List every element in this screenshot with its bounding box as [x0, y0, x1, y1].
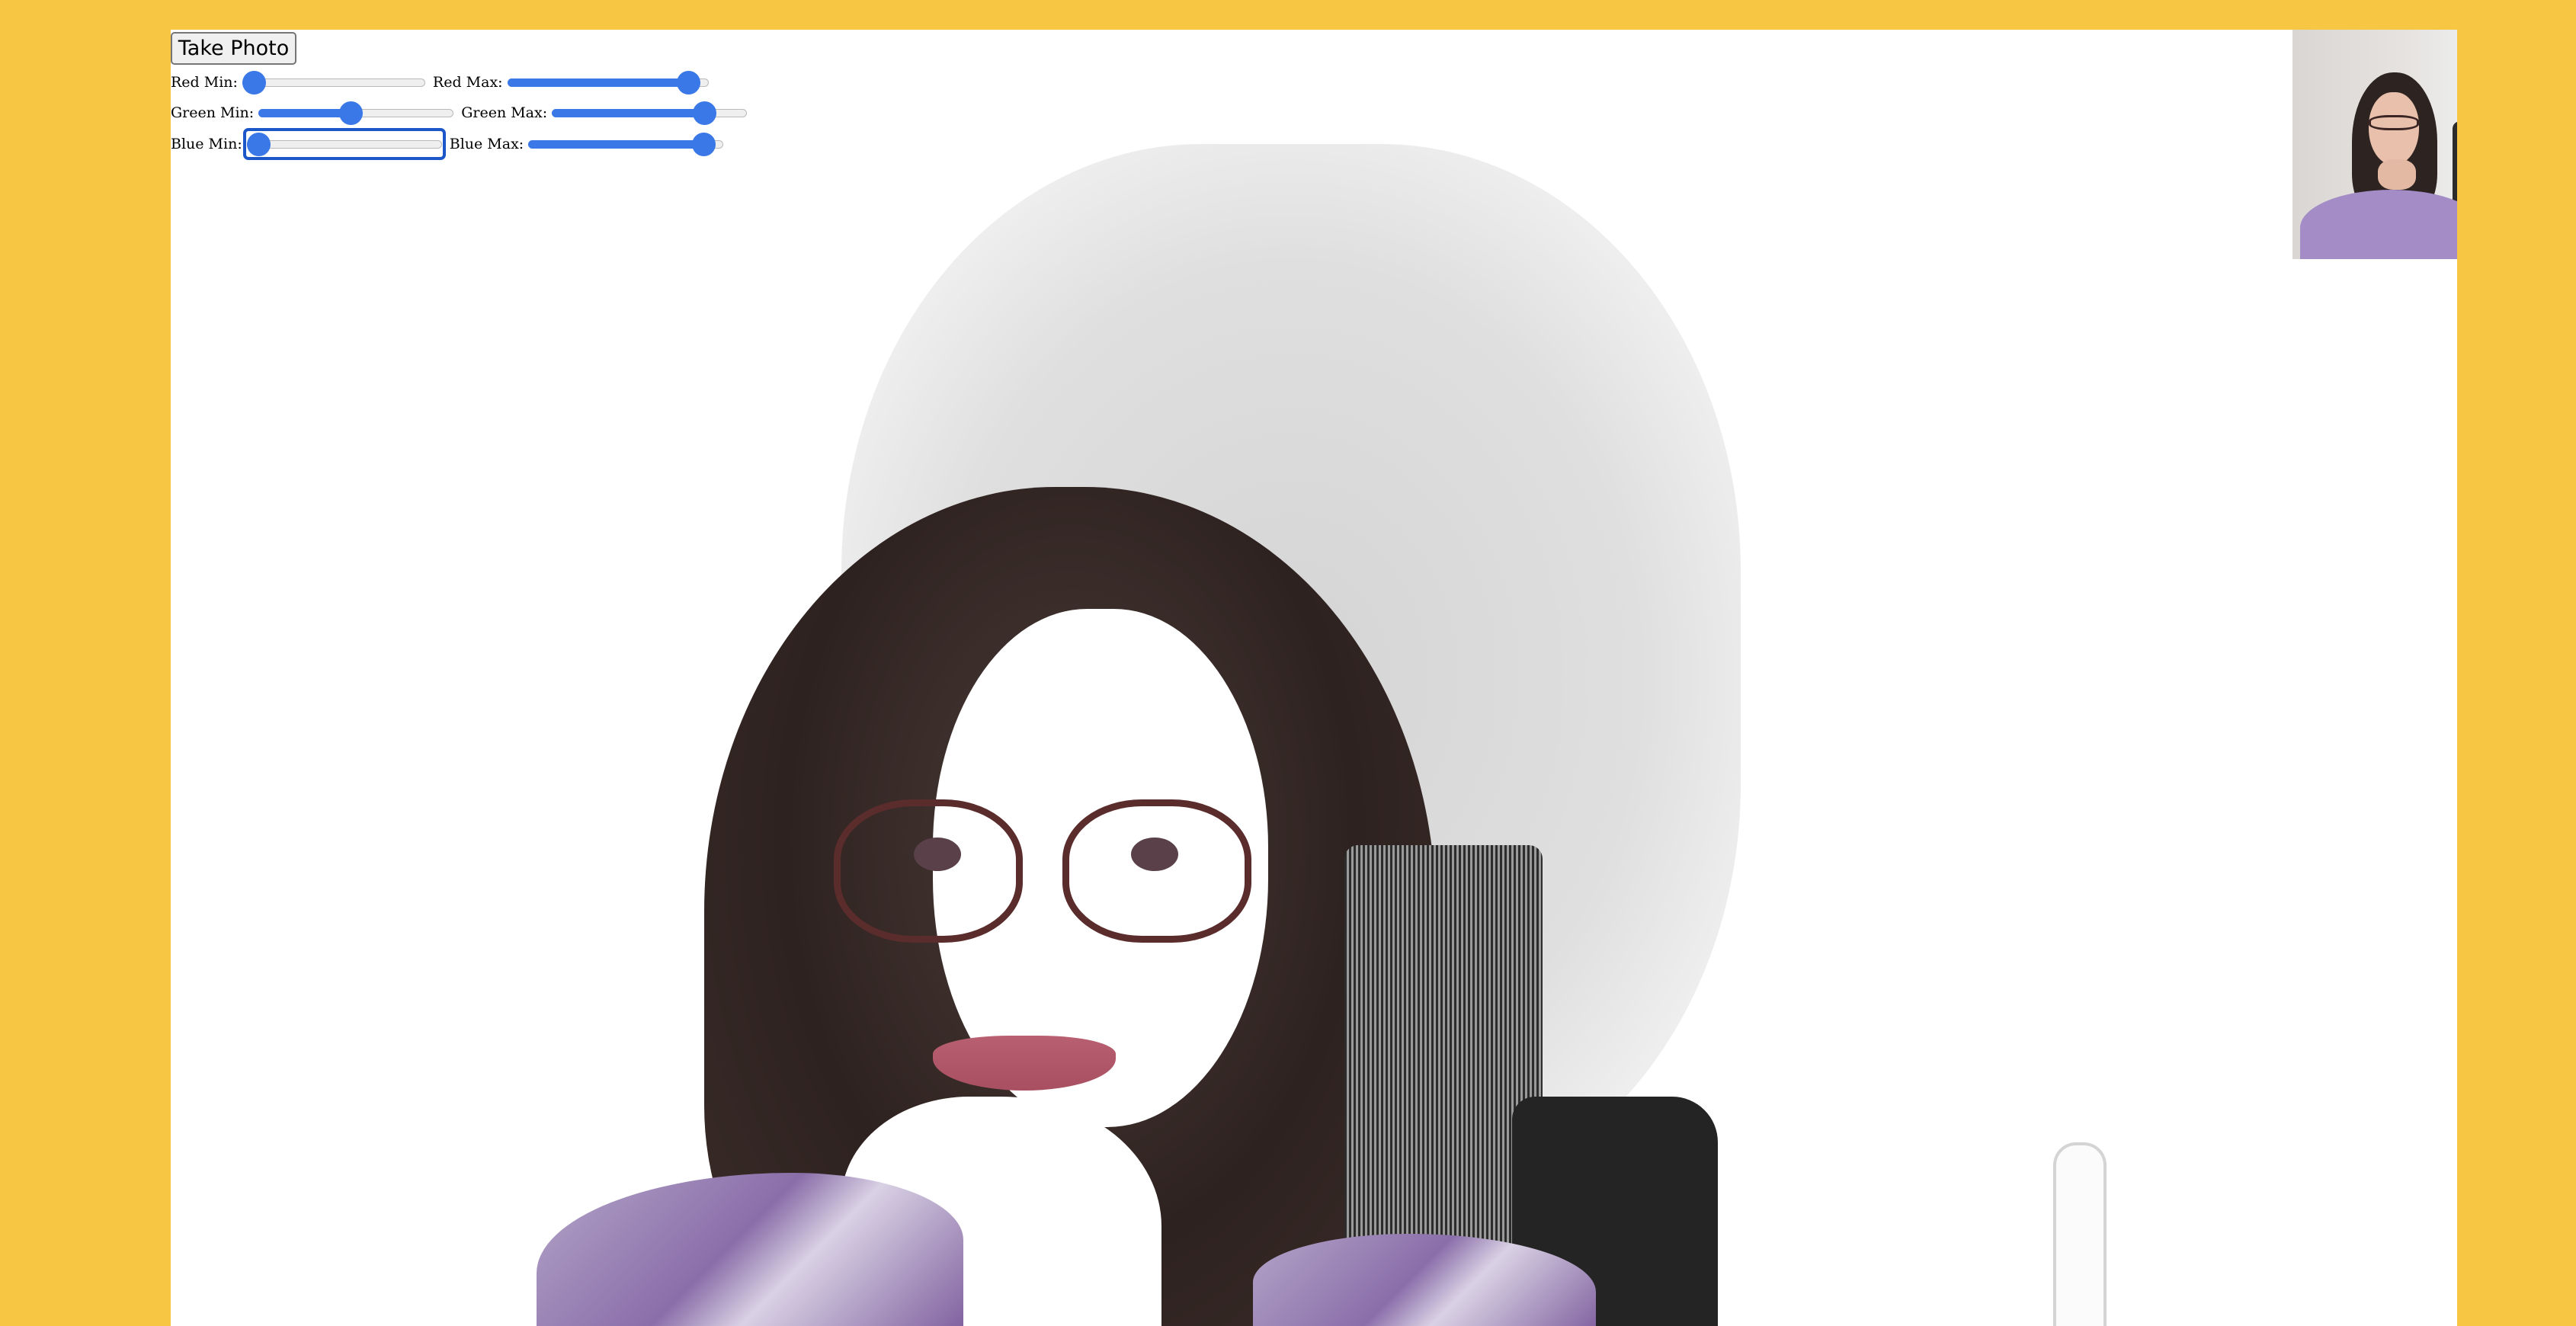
slider-fill	[552, 109, 705, 117]
slider-thumb[interactable]	[676, 71, 700, 94]
focus-ring	[242, 128, 446, 160]
processed-photo-canvas	[171, 30, 2457, 1326]
slider-fill	[507, 78, 688, 87]
slider-fill	[258, 109, 351, 117]
shirt-region	[537, 1173, 963, 1326]
glasses-right-lens	[1062, 799, 1251, 943]
red-slider-row: Red Min: Red Max:	[171, 67, 709, 98]
glasses-left-lens	[834, 799, 1023, 943]
background-object	[2053, 1142, 2107, 1326]
slider-thumb[interactable]	[339, 101, 364, 125]
blue-max-label: Blue Max:	[449, 136, 524, 152]
live-camera-preview	[2292, 30, 2457, 259]
blue-max-slider[interactable]	[528, 129, 724, 159]
green-slider-row: Green Min: Green Max:	[171, 98, 748, 128]
green-max-slider[interactable]	[552, 98, 748, 128]
blue-slider-row: Blue Min: Blue Max:	[171, 128, 724, 160]
left-eye	[914, 838, 961, 871]
green-min-label: Green Min:	[171, 104, 255, 121]
preview-hand	[2378, 159, 2416, 190]
red-max-label: Red Max:	[432, 74, 503, 91]
green-max-label: Green Max:	[461, 104, 548, 121]
right-eye	[1131, 838, 1178, 871]
preview-shirt	[2300, 190, 2457, 259]
blue-min-label: Blue Min:	[171, 136, 242, 152]
slider-thumb[interactable]	[693, 101, 717, 125]
preview-glasses	[2369, 115, 2419, 130]
red-min-label: Red Min:	[171, 74, 238, 91]
blue-min-slider[interactable]	[242, 128, 446, 160]
red-min-slider[interactable]	[242, 67, 425, 98]
slider-track	[242, 78, 425, 87]
slider-fill	[528, 140, 703, 149]
green-min-slider[interactable]	[258, 98, 454, 128]
red-max-slider[interactable]	[507, 67, 709, 98]
slider-thumb[interactable]	[242, 71, 266, 94]
slider-thumb[interactable]	[691, 133, 716, 156]
take-photo-button[interactable]: Take Photo	[171, 32, 296, 65]
